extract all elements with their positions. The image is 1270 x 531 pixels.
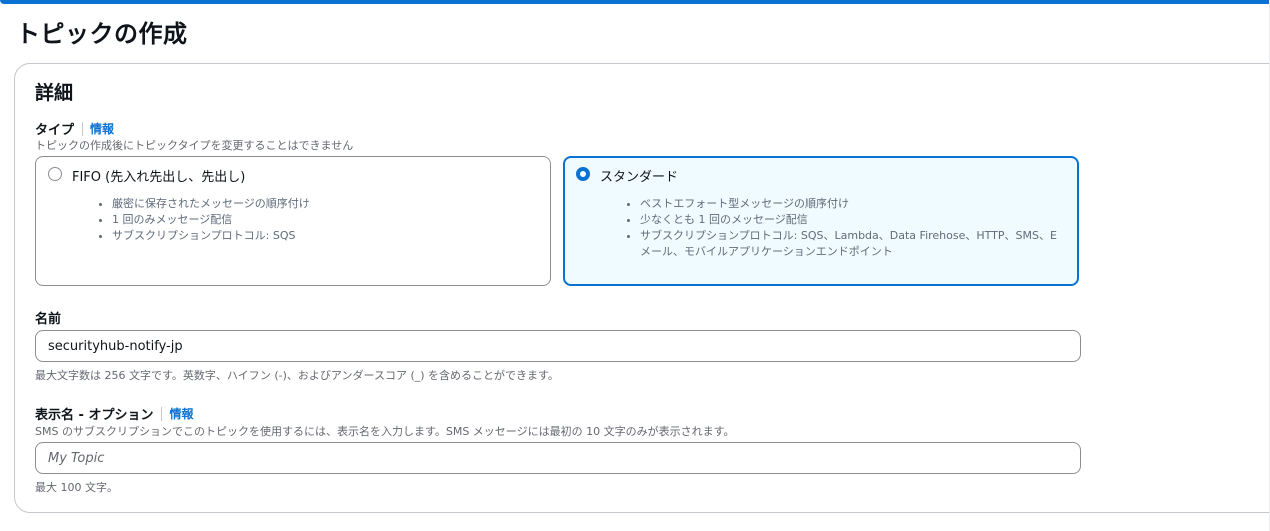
display-name-label-row: 表示名 - オプション 情報 [35,404,193,423]
page-title: トピックの作成 [16,20,188,48]
name-label-row: 名前 [35,308,61,327]
list-item: 少なくとも 1 回のメッセージ配信 [640,212,1060,228]
fifo-radio[interactable] [48,167,62,181]
name-input[interactable] [35,330,1081,362]
type-info-link[interactable]: 情報 [90,120,114,137]
display-name-hint: 最大 100 文字。 [35,481,118,494]
info-separator [161,406,163,421]
info-separator [82,121,84,136]
name-hint: 最大文字数は 256 文字です。英数字、ハイフン (-)、およびアンダースコア … [35,369,559,382]
display-name-label: 表示名 - オプション [35,408,154,423]
list-item: 1 回のみメッセージ配信 [112,212,532,228]
fifo-bullet-list: 厳密に保存されたメッセージの順序付け 1 回のみメッセージ配信 サブスクリプショ… [98,196,532,244]
type-description: トピックの作成後にトピックタイプを変更することはできません [35,139,354,152]
list-item: サブスクリプションプロトコル: SQS、Lambda、Data Firehose… [640,228,1060,260]
display-name-info-link[interactable]: 情報 [169,405,193,422]
details-container: 詳細 タイプ 情報 トピックの作成後にトピックタイプを変更することはできません … [14,63,1270,513]
name-label: 名前 [35,312,62,327]
fifo-tile[interactable]: FIFO (先入れ先出し、先出し) 厳密に保存されたメッセージの順序付け 1 回… [35,156,551,286]
fifo-title: FIFO (先入れ先出し、先出し) [72,170,246,185]
list-item: ベストエフォート型メッセージの順序付け [640,196,1060,212]
standard-tile[interactable]: スタンダード ベストエフォート型メッセージの順序付け 少なくとも 1 回のメッセ… [563,156,1079,286]
display-name-description: SMS のサブスクリプションでこのトピックを使用するには、表示名を入力します。S… [35,425,735,438]
top-accent-bar [0,0,1270,4]
standard-radio[interactable] [576,167,590,181]
type-label: タイプ [35,123,75,138]
section-title: 詳細 [35,82,74,104]
standard-title: スタンダード [600,170,679,185]
type-label-row: タイプ 情報 [35,119,114,138]
standard-bullet-list: ベストエフォート型メッセージの順序付け 少なくとも 1 回のメッセージ配信 サブ… [626,196,1060,260]
list-item: 厳密に保存されたメッセージの順序付け [112,196,532,212]
display-name-input[interactable] [35,442,1081,474]
list-item: サブスクリプションプロトコル: SQS [112,228,532,244]
